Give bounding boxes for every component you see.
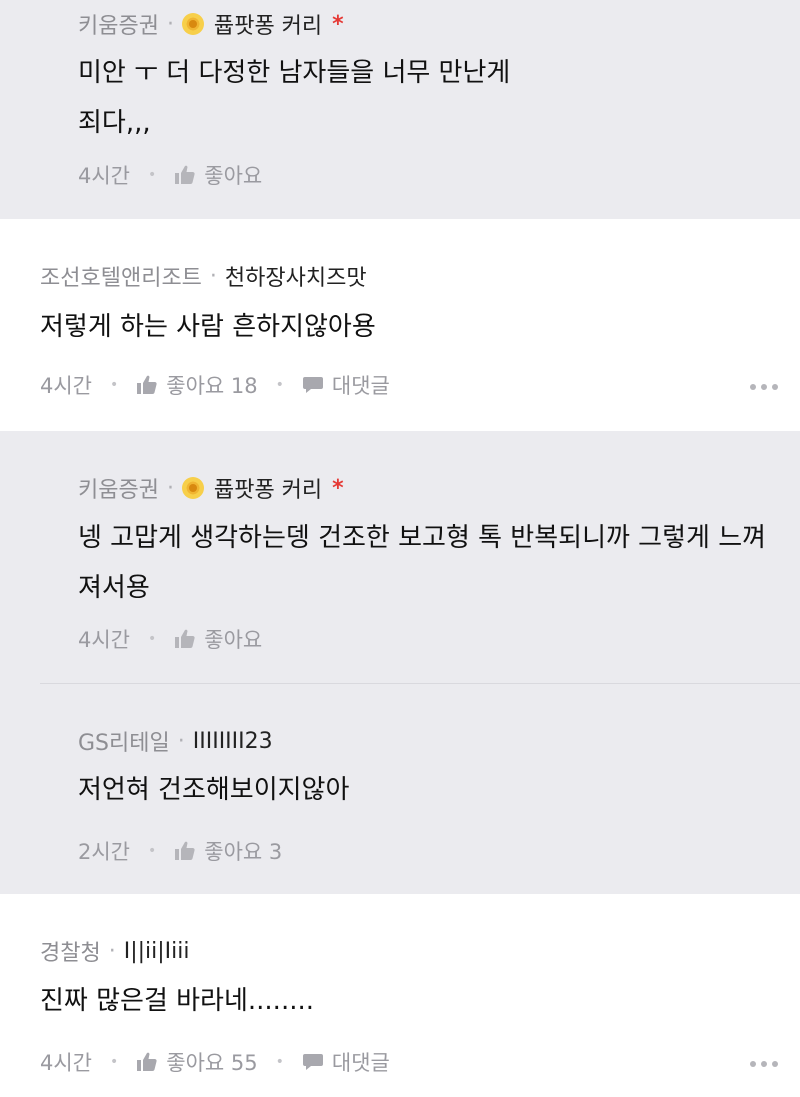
meta-separator: ·	[177, 728, 185, 754]
comment-body: 저렇게 하는 사람 흔하지않아용	[40, 312, 376, 342]
action-separator: •	[110, 1054, 119, 1070]
author-company[interactable]: 키움증권	[78, 472, 159, 504]
like-button[interactable]: 좋아요 18	[136, 370, 258, 400]
like-button[interactable]: 좋아요	[174, 624, 262, 654]
author-nickname[interactable]: 퓹팟퐁 커리	[214, 8, 322, 40]
comment-time: 4시간	[40, 374, 93, 398]
like-label: 좋아요 3	[204, 840, 283, 864]
author-company[interactable]: 조선호텔앤리조트	[40, 260, 202, 292]
action-separator: •	[275, 1054, 284, 1070]
comment-meta: 키움증권 · 퓹팟퐁 커리 *	[78, 472, 344, 504]
meta-separator: ·	[166, 11, 174, 37]
thumbs-up-icon	[175, 841, 195, 860]
like-label: 좋아요	[204, 628, 263, 652]
like-button[interactable]: 좋아요 55	[136, 1047, 258, 1077]
author-company[interactable]: 경찰청	[40, 935, 101, 967]
gold-flower-badge-icon	[181, 13, 204, 35]
more-dots-icon[interactable]	[750, 384, 778, 390]
comment-body: 미안 ㅜ 더 다정한 남자들을 너무 만난게 죄다,,,	[78, 58, 511, 138]
comment-5: 경찰청 · I||ii|Iiii 진짜 많은걸 바라네........ 4시간 …	[0, 895, 800, 1097]
action-separator: •	[275, 377, 284, 393]
author-company[interactable]: 키움증권	[78, 8, 159, 40]
like-label: 좋아요 18	[166, 374, 258, 398]
author-nickname[interactable]: 퓹팟퐁 커리	[214, 472, 322, 504]
comment-meta: GS리테일 · IIIIIIII23	[78, 725, 273, 757]
comment-actions: 4시간 • 좋아요	[78, 160, 262, 190]
comment-actions: 4시간 • 좋아요 18 • 대댓글	[40, 370, 390, 400]
comment-body: 진짜 많은걸 바라네........	[40, 986, 315, 1016]
comment-time: 4시간	[78, 164, 131, 188]
meta-separator: ·	[209, 263, 217, 289]
like-label: 좋아요	[204, 164, 263, 188]
author-nickname[interactable]: IIIIIIII23	[193, 729, 273, 754]
action-separator: •	[148, 631, 157, 647]
comment-actions: 2시간 • 좋아요 3	[78, 836, 282, 866]
reply-label: 대댓글	[331, 374, 390, 398]
gold-flower-badge-icon	[181, 477, 204, 499]
comment-time: 2시간	[78, 840, 131, 864]
reply-comment-1: 키움증권 · 퓹팟퐁 커리 * 미안 ㅜ 더 다정한 남자들을 너무 만난게 죄…	[0, 0, 800, 219]
more-dots-icon[interactable]	[750, 1061, 778, 1067]
comment-2: 조선호텔앤리조트 · 천하장사치즈맛 저렇게 하는 사람 흔하지않아용 4시간 …	[0, 220, 800, 430]
reply-label: 대댓글	[331, 1051, 390, 1075]
author-nickname[interactable]: 천하장사치즈맛	[225, 260, 367, 292]
meta-separator: ·	[108, 938, 116, 964]
comment-body: 넹 고맙게 생각하는뎅 건조한 보고형 톡 반복되니까 그렇게 느껴 져서용	[78, 523, 767, 603]
reply-divider	[40, 683, 800, 684]
reply-thread: 키움증권 · 퓹팟퐁 커리 * 넹 고맙게 생각하는뎅 건조한 보고형 톡 반복…	[0, 431, 800, 894]
comment-meta: 키움증권 · 퓹팟퐁 커리 *	[78, 8, 344, 40]
action-separator: •	[148, 843, 157, 859]
thumbs-up-icon	[175, 629, 195, 648]
comment-actions: 4시간 • 좋아요	[78, 624, 262, 654]
thumbs-up-icon	[175, 165, 195, 184]
reply-button[interactable]: 대댓글	[302, 370, 390, 400]
comment-actions: 4시간 • 좋아요 55 • 대댓글	[40, 1047, 390, 1077]
author-nickname[interactable]: I||ii|Iiii	[124, 939, 190, 964]
speech-bubble-icon	[302, 1054, 323, 1070]
thumbs-up-icon	[137, 1052, 157, 1071]
author-star-icon: *	[332, 11, 344, 37]
meta-separator: ·	[166, 475, 174, 501]
like-button[interactable]: 좋아요 3	[174, 836, 282, 866]
action-separator: •	[110, 377, 119, 393]
comment-time: 4시간	[78, 628, 131, 652]
like-label: 좋아요 55	[166, 1051, 258, 1075]
speech-bubble-icon	[302, 377, 323, 393]
comment-meta: 조선호텔앤리조트 · 천하장사치즈맛	[40, 260, 367, 292]
like-button[interactable]: 좋아요	[174, 160, 262, 190]
comment-meta: 경찰청 · I||ii|Iiii	[40, 935, 190, 967]
reply-button[interactable]: 대댓글	[302, 1047, 390, 1077]
comment-time: 4시간	[40, 1051, 93, 1075]
author-star-icon: *	[332, 475, 344, 501]
thumbs-up-icon	[137, 375, 157, 394]
action-separator: •	[148, 167, 157, 183]
author-company[interactable]: GS리테일	[78, 725, 170, 757]
comment-body: 저언혀 건조해보이지않아	[78, 775, 350, 805]
